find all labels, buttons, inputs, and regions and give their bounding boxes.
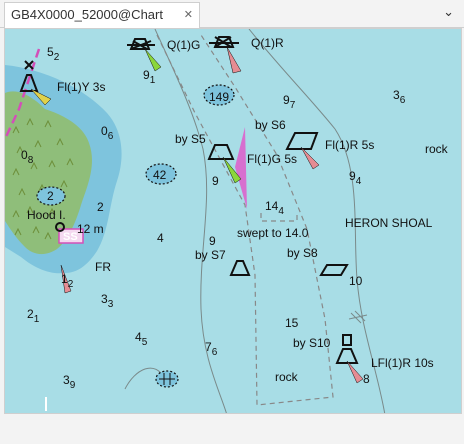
chart-view[interactable]: Q(1)G Q(1)R Fl(1)Y 3s Fl(1)G 5s Fl(1)R 5… — [4, 28, 462, 414]
edge-marker — [45, 397, 47, 411]
close-icon[interactable]: ✕ — [184, 3, 193, 27]
label-q1r: Q(1)R — [251, 36, 284, 50]
label-fl1g: Fl(1)G 5s — [247, 152, 297, 166]
label-circle-149: 149 — [209, 90, 229, 104]
sounding: 8 — [363, 372, 370, 386]
label-fl1y: Fl(1)Y 3s — [57, 80, 105, 94]
nautical-chart[interactable]: Q(1)G Q(1)R Fl(1)Y 3s Fl(1)G 5s Fl(1)R 5… — [5, 29, 462, 414]
tab-bar: GB4X0000_52000@Chart ✕ ⌄ — [0, 0, 464, 28]
label-heron: HERON SHOAL — [345, 216, 433, 230]
label-by-s7: by S7 — [195, 248, 226, 262]
sounding: 10 — [349, 274, 363, 288]
label-hood: Hood I. — [27, 208, 66, 222]
label-circle-2: 2 — [47, 189, 54, 203]
label-by-s6: by S6 — [255, 118, 286, 132]
label-fl1r: Fl(1)R 5s — [325, 138, 374, 152]
chevron-down-icon[interactable]: ⌄ — [443, 4, 454, 20]
label-circle-42: 42 — [153, 168, 167, 182]
label-by-s5: by S5 — [175, 132, 206, 146]
label-q1g: Q(1)G — [167, 38, 200, 52]
footer — [0, 414, 464, 444]
label-rock-2: rock — [275, 370, 299, 384]
label-swept: swept to 14.0 — [237, 226, 309, 240]
sounding: 15 — [285, 316, 299, 330]
sounding: 9 — [209, 234, 216, 248]
sounding: 4 — [157, 231, 164, 245]
tab-chart[interactable]: GB4X0000_52000@Chart ✕ — [4, 2, 200, 28]
label-rock-1: rock — [425, 142, 449, 156]
label-lfl: LFl(1)R 10s — [371, 356, 434, 370]
label-ss: SS — [63, 231, 78, 243]
label-fr: FR — [95, 260, 111, 274]
label-by-s10: by S10 — [293, 336, 331, 350]
label-12m: 12 m — [77, 222, 104, 236]
sounding: 2 — [97, 200, 104, 214]
label-by-s8: by S8 — [287, 246, 318, 260]
tab-title: GB4X0000_52000@Chart — [11, 7, 163, 22]
sounding: 9 — [212, 174, 219, 188]
